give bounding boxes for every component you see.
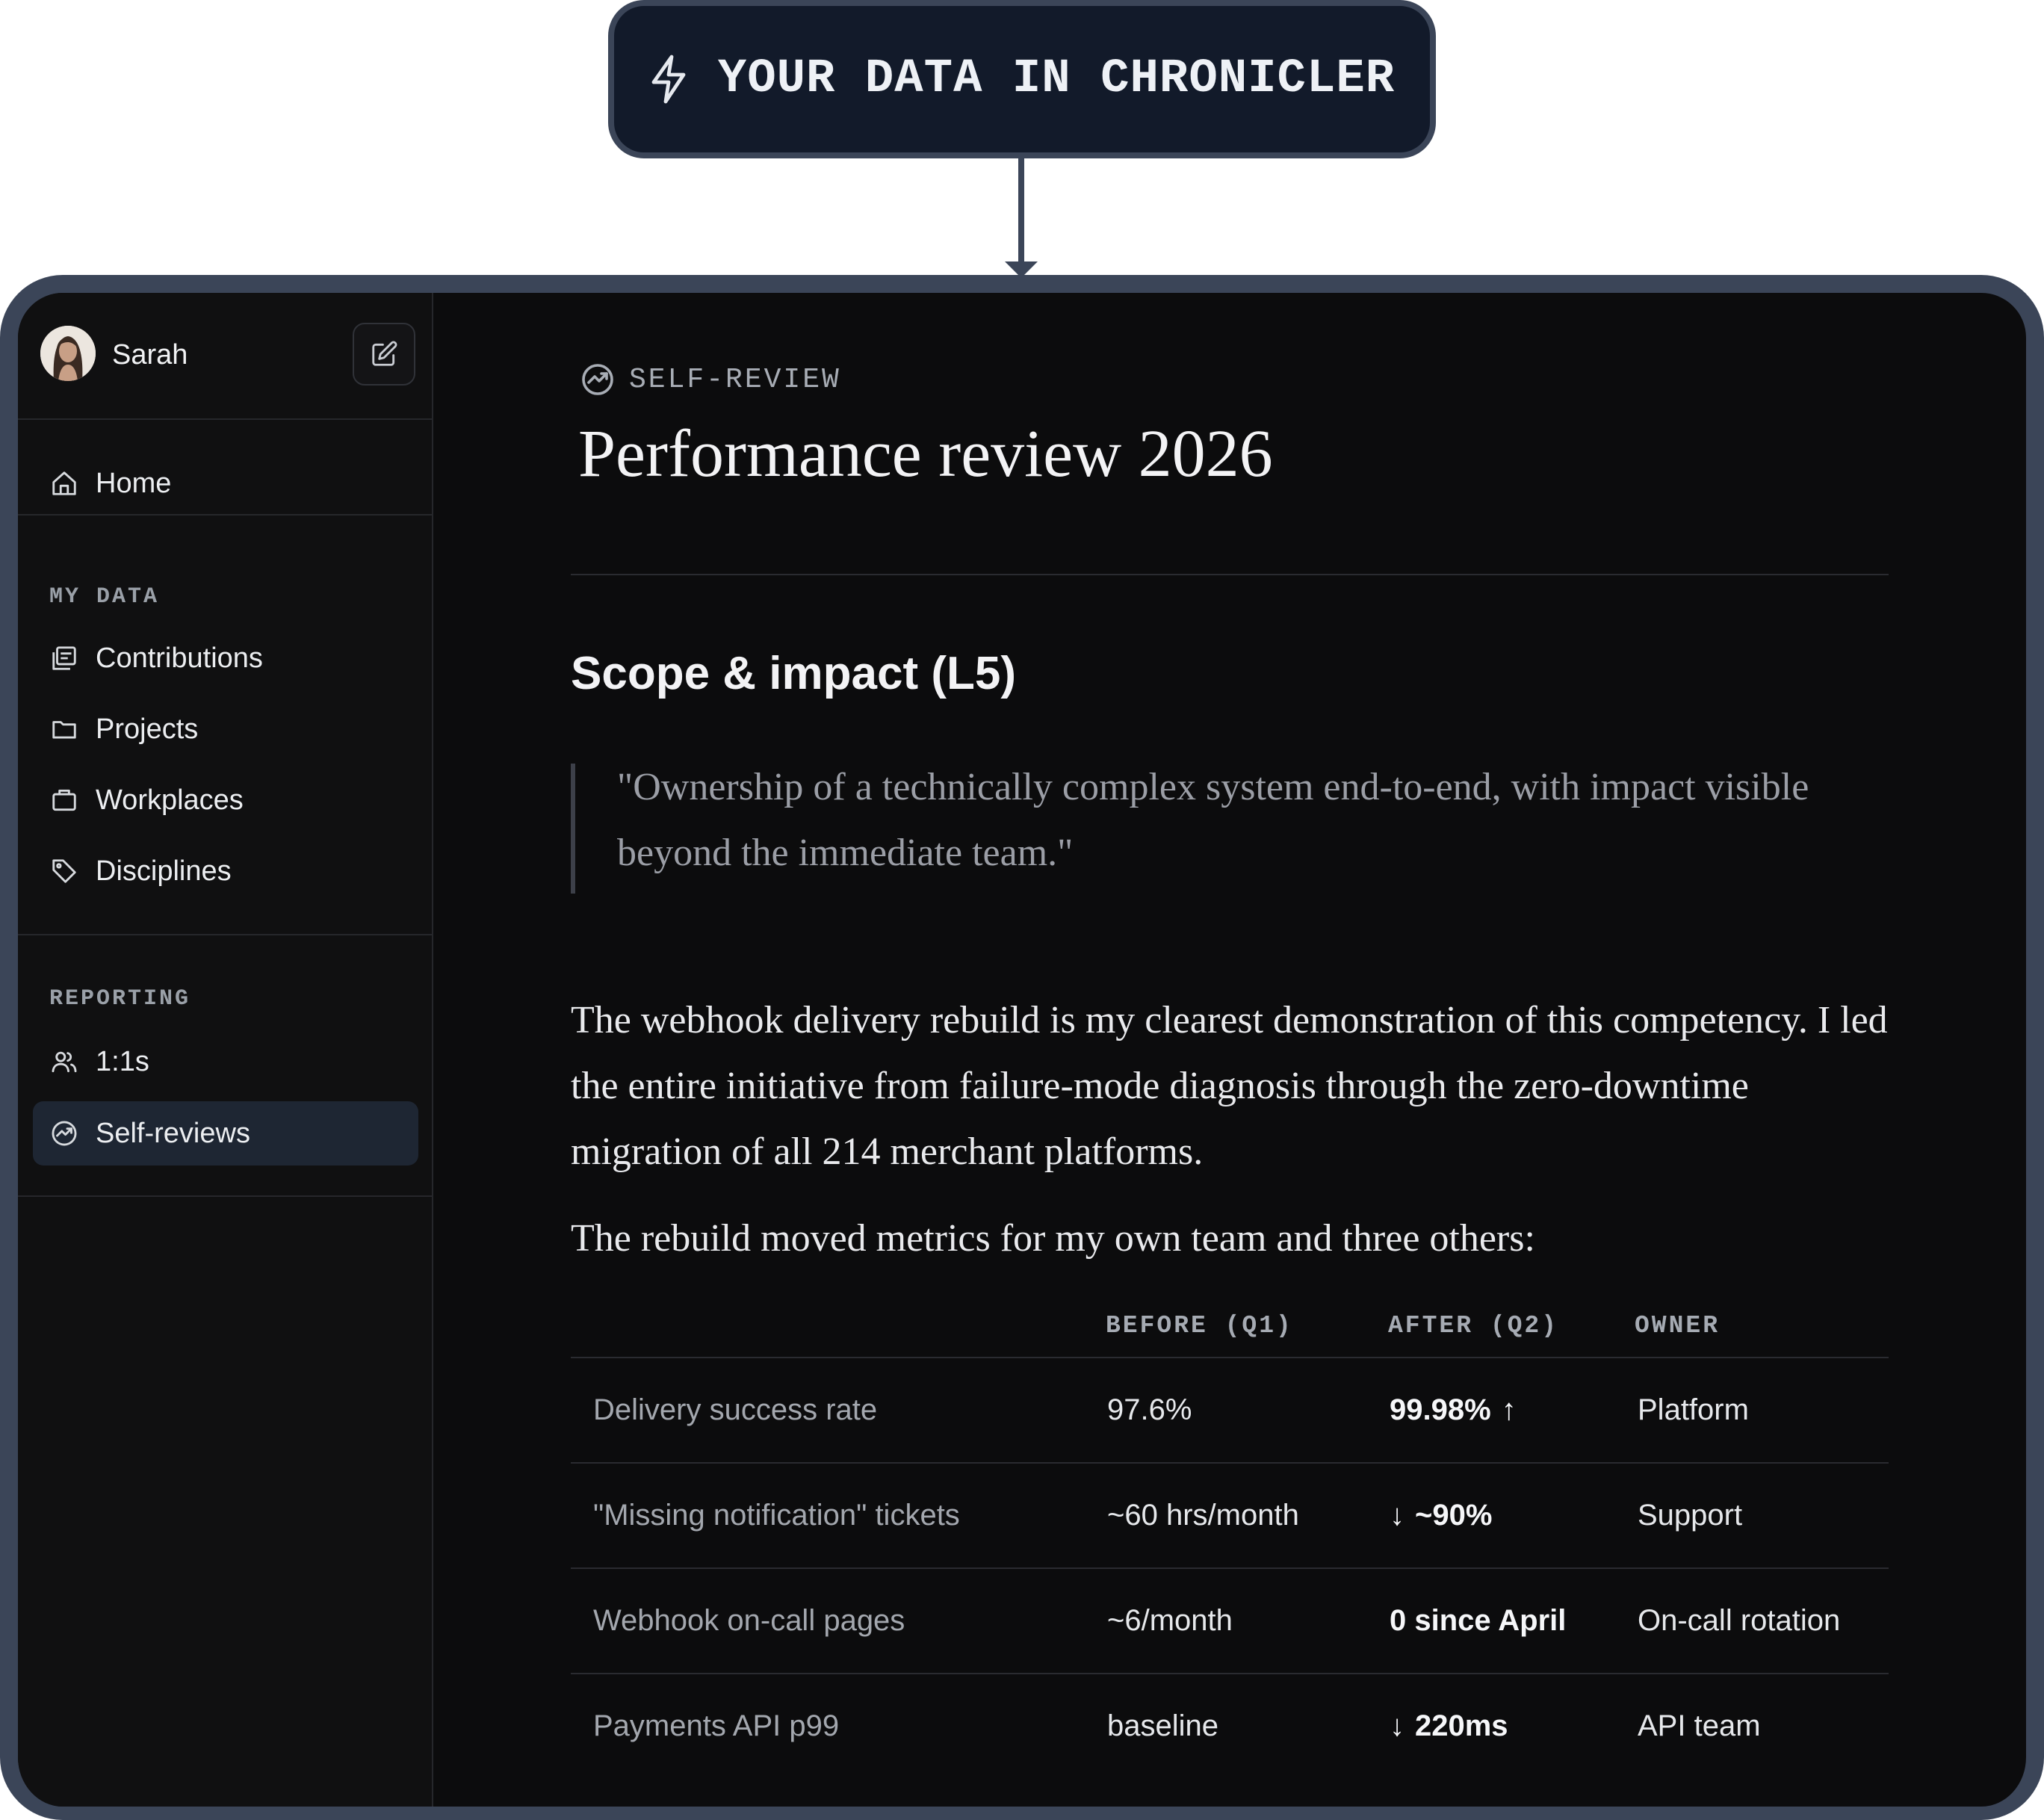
before-cell: ~6/month bbox=[1107, 1603, 1233, 1637]
before-cell: baseline bbox=[1107, 1709, 1219, 1742]
sidebar-item-workplaces[interactable]: Workplaces bbox=[33, 768, 418, 832]
sidebar-divider bbox=[18, 934, 433, 935]
kicker-label: SELF-REVIEW bbox=[629, 363, 841, 396]
table-row: Delivery success rate 97.6% 99.98% ↑ Platfor… bbox=[571, 1357, 1889, 1461]
metric-cell: Delivery success rate bbox=[593, 1393, 878, 1426]
home-icon bbox=[49, 468, 79, 498]
metric-cell: Payments API p99 bbox=[593, 1709, 840, 1742]
owner-cell: Support bbox=[1638, 1498, 1743, 1532]
body-paragraph: The webhook delivery rebuild is my clear… bbox=[571, 999, 1888, 1173]
edit-button[interactable] bbox=[353, 323, 415, 386]
after-value: 0 since April bbox=[1390, 1603, 1567, 1637]
edit-icon bbox=[370, 340, 398, 368]
lightning-icon bbox=[649, 54, 688, 105]
after-cell: ↓ ~90% bbox=[1390, 1464, 1492, 1567]
after-cell: ↓ 220ms bbox=[1390, 1674, 1508, 1777]
briefcase-icon bbox=[49, 785, 79, 815]
callout-text: YOUR DATA IN CHRONICLER bbox=[717, 52, 1396, 106]
user-name: Sarah bbox=[112, 339, 188, 371]
before-cell: 97.6% bbox=[1107, 1393, 1192, 1426]
connector-line bbox=[1018, 157, 1024, 267]
folder-icon bbox=[49, 714, 79, 744]
sidebar-item-label: Workplaces bbox=[96, 784, 244, 816]
sidebar-item-label: Home bbox=[96, 467, 172, 499]
sidebar: Sarah Home MY DATA Contributions Project… bbox=[18, 293, 433, 1807]
sidebar-divider bbox=[18, 1195, 433, 1197]
competency-quote: "Ownership of a technically complex syst… bbox=[571, 764, 1871, 894]
metric-cell: "Missing notification" tickets bbox=[593, 1498, 960, 1532]
avatar[interactable] bbox=[40, 326, 96, 381]
column-header-before: BEFORE (Q1) bbox=[1106, 1312, 1293, 1340]
table-row: "Missing notification" tickets ~60 hrs/mo… bbox=[571, 1462, 1889, 1567]
user-header: Sarah bbox=[18, 293, 432, 420]
review-icon bbox=[49, 1118, 79, 1148]
before-cell: ~60 hrs/month bbox=[1107, 1498, 1299, 1532]
sidebar-item-label: Self-reviews bbox=[96, 1117, 250, 1149]
sidebar-item-label: Disciplines bbox=[96, 855, 232, 887]
review-icon bbox=[580, 362, 616, 397]
page-kicker: SELF-REVIEW bbox=[580, 362, 841, 397]
sidebar-item-one-on-ones[interactable]: 1:1s bbox=[33, 1030, 418, 1094]
table-row: Webhook on-call pages ~6/month 0 since Apr… bbox=[571, 1567, 1889, 1672]
sidebar-item-label: Contributions bbox=[96, 642, 263, 674]
after-cell: 0 since April bbox=[1390, 1569, 1566, 1672]
after-value: 220ms bbox=[1415, 1709, 1508, 1742]
sidebar-item-contributions[interactable]: Contributions bbox=[33, 626, 418, 690]
sidebar-item-label: 1:1s bbox=[96, 1045, 149, 1077]
after-cell: 99.98% ↑ bbox=[1390, 1358, 1517, 1461]
owner-cell: Platform bbox=[1638, 1393, 1749, 1426]
sidebar-item-disciplines[interactable]: Disciplines bbox=[33, 839, 418, 903]
body-paragraph: The rebuild moved metrics for my own tea… bbox=[571, 1217, 1535, 1260]
sidebar-item-self-reviews[interactable]: Self-reviews bbox=[33, 1101, 418, 1166]
owner-cell: On-call rotation bbox=[1638, 1603, 1841, 1637]
section-label-my-data: MY DATA bbox=[49, 584, 160, 610]
people-icon bbox=[49, 1047, 79, 1077]
metric-cell: Webhook on-call pages bbox=[593, 1603, 905, 1637]
tag-icon bbox=[49, 856, 79, 886]
quote-text: "Ownership of a technically complex syst… bbox=[617, 766, 1809, 874]
arrow-down-icon: ↓ bbox=[1390, 1709, 1405, 1742]
title-divider bbox=[571, 574, 1889, 575]
table-row: Payments API p99 baseline ↓ 220ms API team bbox=[571, 1673, 1889, 1777]
after-value: ~90% bbox=[1415, 1498, 1493, 1532]
sidebar-item-label: Projects bbox=[96, 713, 199, 745]
sidebar-divider bbox=[18, 514, 433, 516]
contributions-icon bbox=[49, 643, 79, 673]
app-window: Sarah Home MY DATA Contributions Project… bbox=[0, 275, 2044, 1820]
after-value: 99.98% bbox=[1390, 1393, 1491, 1426]
chronicler-callout: YOUR DATA IN CHRONICLER bbox=[608, 0, 1436, 158]
sidebar-item-home[interactable]: Home bbox=[33, 451, 418, 516]
column-header-owner: OWNER bbox=[1635, 1312, 1721, 1340]
sidebar-item-projects[interactable]: Projects bbox=[33, 697, 418, 761]
arrow-up-icon: ↑ bbox=[1501, 1393, 1517, 1426]
column-header-after: AFTER (Q2) bbox=[1388, 1312, 1559, 1340]
section-heading: Scope & impact (L5) bbox=[571, 648, 1016, 699]
page-title: Performance review 2026 bbox=[578, 417, 1273, 491]
owner-cell: API team bbox=[1638, 1709, 1761, 1742]
section-label-reporting: REPORTING bbox=[49, 986, 191, 1012]
arrow-down-icon: ↓ bbox=[1390, 1498, 1405, 1532]
